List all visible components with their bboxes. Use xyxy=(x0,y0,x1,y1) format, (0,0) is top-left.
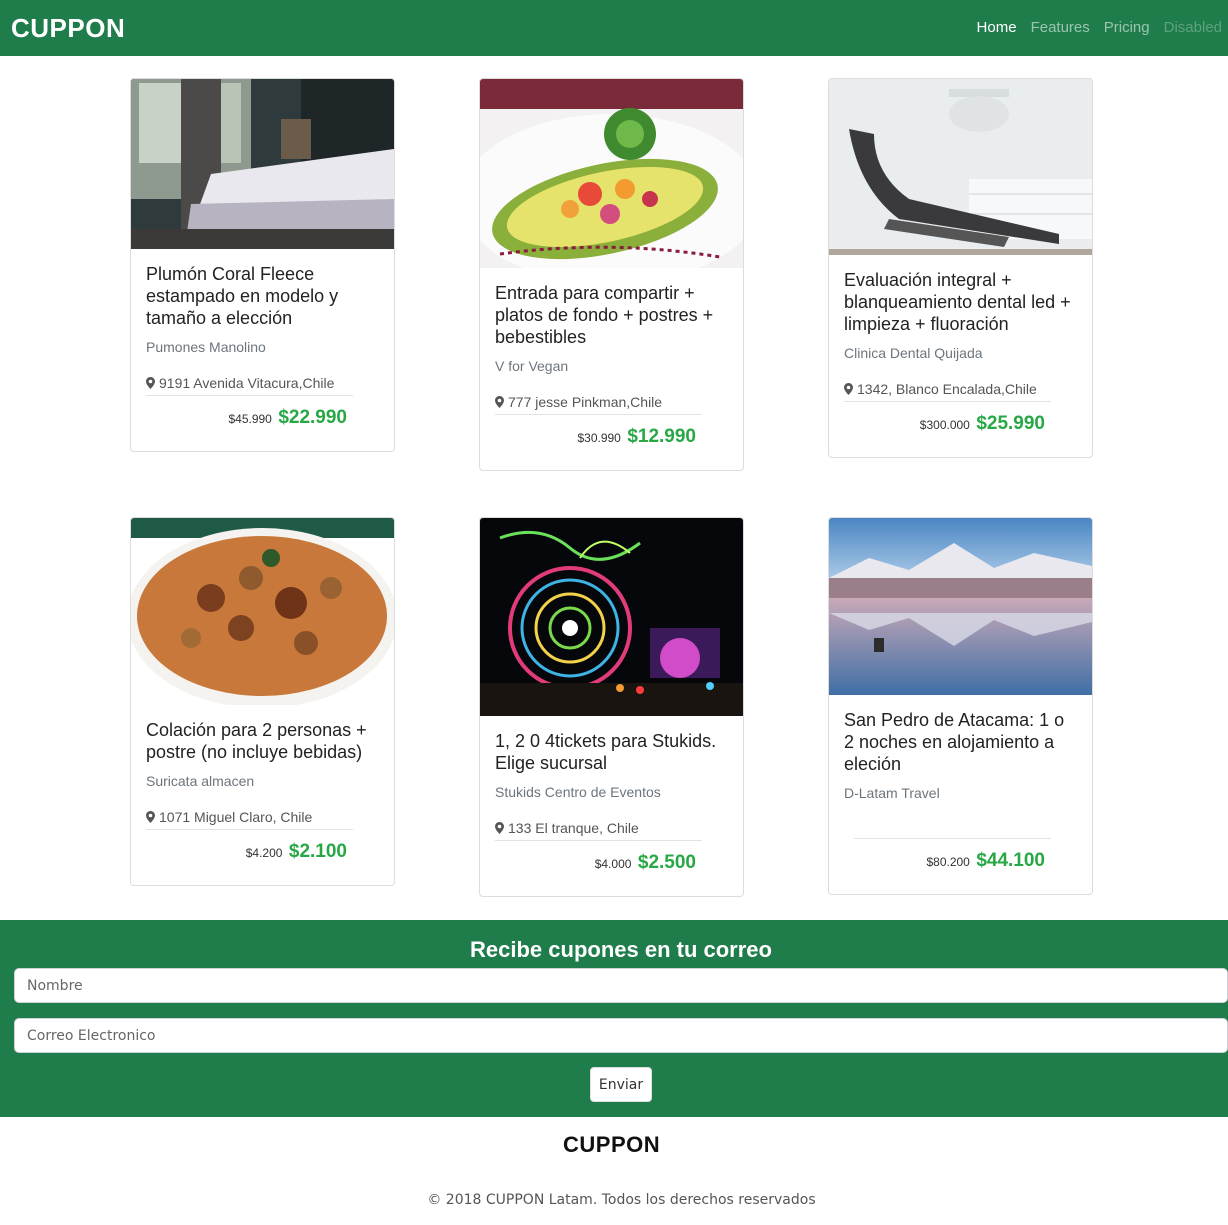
top-navbar: CUPPON Home Features Pricing Disabled xyxy=(0,0,1228,56)
deal-card[interactable]: Plumón Coral Fleece estampado en modelo … xyxy=(130,78,395,452)
deal-price: $44.100 xyxy=(976,850,1045,871)
deal-title[interactable]: Evaluación integral + blanqueamiento den… xyxy=(844,269,1077,335)
nav-home[interactable]: Home xyxy=(977,19,1017,37)
deal-price: $25.990 xyxy=(976,413,1045,434)
submit-button[interactable]: Enviar xyxy=(590,1067,652,1102)
deal-address xyxy=(854,820,1051,839)
deal-prices: $300.000 $25.990 xyxy=(844,412,1045,457)
card-body: 1, 2 0 4tickets para Stukids. Elige sucu… xyxy=(480,716,743,896)
newsletter-section: Recibe cupones en tu correo Enviar xyxy=(0,920,1228,1117)
deal-title[interactable]: Colación para 2 personas + postre (no in… xyxy=(146,719,379,763)
deal-card[interactable]: Colación para 2 personas + postre (no in… xyxy=(130,517,395,886)
deal-old-price: $30.990 xyxy=(577,431,621,445)
card-body: Plumón Coral Fleece estampado en modelo … xyxy=(131,249,394,451)
email-input[interactable] xyxy=(14,1018,1228,1053)
card-body: Colación para 2 personas + postre (no in… xyxy=(131,705,394,885)
map-marker-icon xyxy=(146,811,155,823)
deal-title[interactable]: Entrada para compartir + platos de fondo… xyxy=(495,282,728,348)
deal-old-price: $80.200 xyxy=(926,855,970,869)
deal-old-price: $4.200 xyxy=(245,846,283,860)
deal-title[interactable]: 1, 2 0 4tickets para Stukids. Elige sucu… xyxy=(495,730,728,774)
card-body: San Pedro de Atacama: 1 o 2 noches en al… xyxy=(829,695,1092,894)
map-marker-icon xyxy=(495,396,504,408)
bedroom-photo[interactable] xyxy=(131,79,394,249)
footer-logo: CUPPON xyxy=(563,1132,661,1157)
deal-card[interactable]: Evaluación integral + blanqueamiento den… xyxy=(828,78,1093,458)
deal-price: $2.100 xyxy=(288,841,347,862)
newsletter-heading: Recibe cupones en tu correo xyxy=(470,937,772,962)
name-input[interactable] xyxy=(14,968,1228,1003)
deal-address-text: 1071 Miguel Claro, Chile xyxy=(159,809,313,825)
deal-address-text: 9191 Avenida Vitacura,Chile xyxy=(159,375,335,391)
deal-vendor: D-Latam Travel xyxy=(844,785,940,801)
map-marker-icon xyxy=(495,822,504,834)
card-body: Evaluación integral + blanqueamiento den… xyxy=(829,255,1092,457)
deal-title[interactable]: Plumón Coral Fleece estampado en modelo … xyxy=(146,263,379,329)
deal-price: $22.990 xyxy=(278,407,347,428)
deal-title[interactable]: San Pedro de Atacama: 1 o 2 noches en al… xyxy=(844,709,1077,775)
deal-old-price: $300.000 xyxy=(919,418,970,432)
ferris-wheel-night-photo[interactable] xyxy=(480,518,743,716)
deal-address-text: 133 El tranque, Chile xyxy=(508,820,639,836)
deal-address: 133 El tranque, Chile xyxy=(495,819,702,841)
atacama-mountains-photo[interactable] xyxy=(829,518,1092,695)
deal-old-price: $4.000 xyxy=(594,857,632,871)
brand-logo[interactable]: CUPPON xyxy=(11,12,125,44)
nav-pricing[interactable]: Pricing xyxy=(1104,19,1150,37)
deal-price: $12.990 xyxy=(627,426,696,447)
map-marker-icon xyxy=(146,377,155,389)
deal-address: 1342, Blanco Encalada,Chile xyxy=(844,380,1051,402)
stew-dish-photo[interactable] xyxy=(131,518,394,705)
deal-address-text: 1342, Blanco Encalada,Chile xyxy=(857,381,1037,397)
nav-disabled: Disabled xyxy=(1163,19,1222,36)
deal-card[interactable]: San Pedro de Atacama: 1 o 2 noches en al… xyxy=(828,517,1093,895)
card-body: Entrada para compartir + platos de fondo… xyxy=(480,268,743,470)
deal-address-text: 777 jesse Pinkman,Chile xyxy=(508,394,663,410)
map-marker-icon xyxy=(844,383,853,395)
deal-prices: $4.200 $2.100 xyxy=(146,840,347,885)
deal-prices: $30.990 $12.990 xyxy=(495,425,696,470)
deal-vendor: Suricata almacen xyxy=(146,773,255,789)
nav-features[interactable]: Features xyxy=(1031,19,1090,37)
deal-old-price: $45.990 xyxy=(228,412,272,426)
deal-card[interactable]: 1, 2 0 4tickets para Stukids. Elige sucu… xyxy=(479,517,744,897)
deal-prices: $45.990 $22.990 xyxy=(146,406,347,451)
deal-card[interactable]: Entrada para compartir + platos de fondo… xyxy=(479,78,744,471)
deal-prices: $4.000 $2.500 xyxy=(495,851,696,896)
copyright-text: © 2018 CUPPON Latam. Todos los derechos … xyxy=(427,1192,816,1208)
deal-vendor: V for Vegan xyxy=(495,358,569,374)
deal-prices: $80.200 $44.100 xyxy=(844,849,1045,894)
deal-address: 777 jesse Pinkman,Chile xyxy=(495,393,702,415)
deal-vendor: Clinica Dental Quijada xyxy=(844,345,983,361)
nav-menu: Home Features Pricing Disabled xyxy=(977,19,1222,37)
avocado-dish-photo[interactable] xyxy=(480,79,743,268)
deal-price: $2.500 xyxy=(637,852,696,873)
deal-address: 1071 Miguel Claro, Chile xyxy=(146,808,353,830)
deal-vendor: Stukids Centro de Eventos xyxy=(495,784,661,800)
dental-chair-photo[interactable] xyxy=(829,79,1092,255)
deal-vendor: Pumones Manolino xyxy=(146,339,266,355)
deal-address: 9191 Avenida Vitacura,Chile xyxy=(146,374,353,396)
